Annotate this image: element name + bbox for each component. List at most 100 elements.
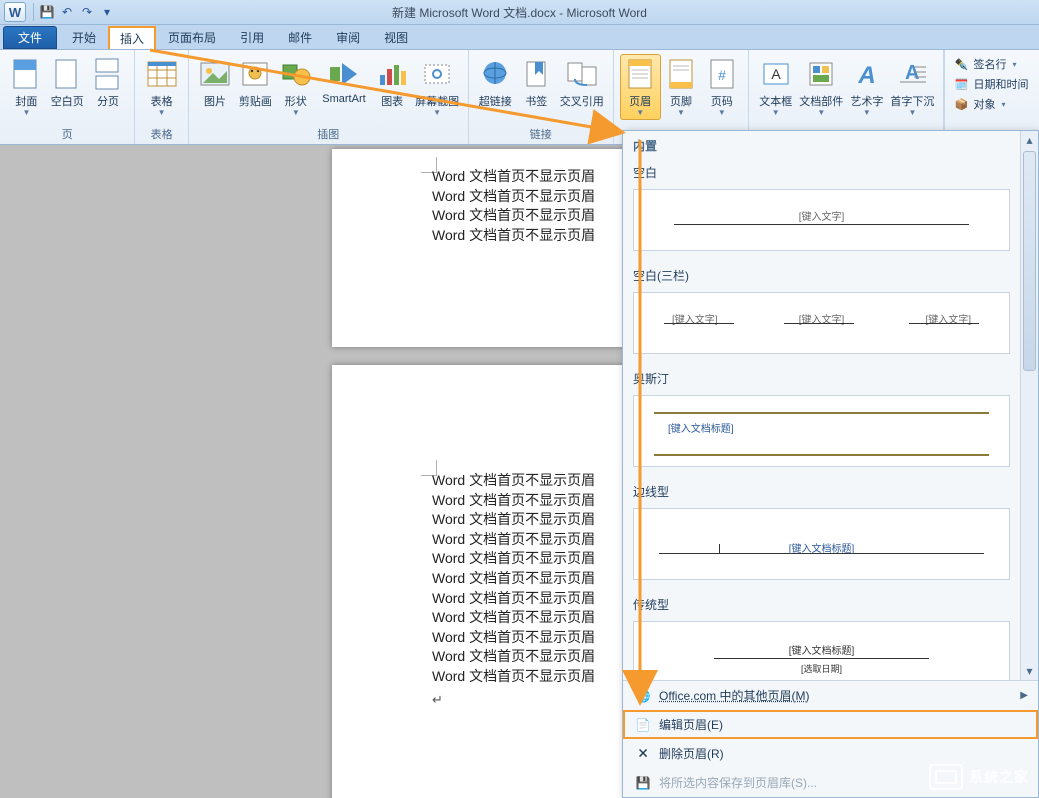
quickparts-button[interactable]: 文档部件 ▼ (796, 54, 846, 120)
gallery-item-title: 空白(三栏) (623, 261, 1020, 288)
gallery-scrollbar[interactable]: ▴ ▾ (1020, 131, 1038, 680)
tab-references[interactable]: 引用 (228, 26, 276, 49)
tab-home[interactable]: 开始 (60, 26, 108, 49)
undo-icon[interactable]: ↶ (58, 3, 76, 21)
page-break-button[interactable]: 分页 (88, 54, 129, 112)
tab-pagelayout[interactable]: 页面布局 (156, 26, 228, 49)
table-button[interactable]: 表格 ▼ (141, 54, 181, 120)
placeholder-text: [键入文档标题] (789, 540, 855, 555)
button-label: 文本框 (759, 93, 792, 109)
gallery-item-austin[interactable]: [键入文档标题] (633, 395, 1010, 467)
datetime-button[interactable]: 🗓️ 日期和时间 (953, 76, 1031, 92)
gallery-item-sideline[interactable]: [键入文档标题] (633, 508, 1010, 580)
placeholder-subtext: [选取日期] (714, 662, 929, 675)
scroll-up-icon[interactable]: ▴ (1021, 131, 1038, 149)
group-tables: 表格 ▼ 表格 (135, 50, 188, 144)
menu-item-label: 编辑页眉(E) (659, 716, 723, 733)
watermark-text: 系统之家 (969, 767, 1029, 787)
bookmark-icon (519, 57, 553, 91)
chevron-down-icon: ▼ (433, 109, 441, 117)
app-menu-button[interactable]: W (4, 2, 26, 22)
edit-header[interactable]: 📄 编辑页眉(E) (623, 710, 1038, 739)
gallery-item-title: 空白 (623, 158, 1020, 185)
tab-mailings[interactable]: 邮件 (276, 26, 324, 49)
screenshot-button[interactable]: 屏幕截图 ▼ (412, 54, 461, 120)
button-label: 日期和时间 (973, 76, 1028, 92)
hyperlink-button[interactable]: 超链接 (475, 54, 516, 112)
clipart-icon (238, 57, 272, 91)
clipart-button[interactable]: 剪贴画 (235, 54, 275, 112)
page-content[interactable]: Word 文档首页不显示页眉Word 文档首页不显示页眉Word 文档首页不显示… (432, 471, 595, 709)
menu-item-label: Office.com 中的其他页眉(M) (659, 687, 809, 704)
screenshot-icon (420, 57, 454, 91)
scroll-down-icon[interactable]: ▾ (1021, 662, 1038, 680)
tab-review[interactable]: 审阅 (324, 26, 372, 49)
placeholder-text: [键入文档标题] (714, 642, 929, 657)
menu-item-label: 删除页眉(R) (659, 745, 724, 762)
footer-icon (664, 57, 698, 91)
title-bar: W 💾 ↶ ↷ ▾ 新建 Microsoft Word 文档.docx - Mi… (0, 0, 1039, 25)
signature-button[interactable]: ✒️ 签名行▾ (953, 56, 1031, 72)
tab-label: 插入 (120, 30, 144, 47)
dropcap-icon: A (895, 57, 929, 91)
cover-page-icon (9, 57, 43, 91)
button-label: 封面 (15, 93, 37, 109)
quickparts-icon (804, 57, 838, 91)
pagenumber-button[interactable]: # 页码 ▼ (701, 54, 742, 120)
pagenumber-icon: # (705, 57, 739, 91)
button-label: 文档部件 (799, 93, 843, 109)
page-content[interactable]: Word 文档首页不显示页眉Word 文档首页不显示页眉Word 文档首页不显示… (432, 167, 595, 245)
cover-page-button[interactable]: 封面 ▼ (6, 54, 47, 120)
smartart-icon (327, 57, 361, 91)
more-headers-office[interactable]: 🌐 Office.com 中的其他页眉(M) ▶ (623, 681, 1038, 710)
object-button[interactable]: 📦 对象▾ (953, 96, 1031, 112)
group-label: 页 (0, 124, 134, 144)
button-label: 对象 (973, 96, 995, 112)
dropcap-button[interactable]: A 首字下沉 ▼ (887, 54, 937, 120)
save-gallery-icon: 💾 (635, 775, 651, 791)
header-gallery: 内置 空白 [键入文字] 空白(三栏) [键入文字] [键入文字] [键入文字]… (622, 130, 1039, 798)
wordart-button[interactable]: A 艺术字 ▼ (846, 54, 887, 120)
tab-label: 开始 (72, 29, 96, 46)
tab-file-label: 文件 (18, 29, 42, 46)
gallery-item-traditional[interactable]: [键入文档标题] [选取日期] (633, 621, 1010, 680)
footer-button[interactable]: 页脚 ▼ (661, 54, 702, 120)
smartart-button[interactable]: SmartArt (316, 54, 372, 108)
gallery-item-title: 奥斯汀 (623, 364, 1020, 391)
crossref-button[interactable]: 交叉引用 (557, 54, 607, 112)
svg-text:A: A (905, 62, 919, 84)
header-button[interactable]: 页眉 ▼ (620, 54, 661, 120)
qat-customize-icon[interactable]: ▾ (98, 3, 116, 21)
gallery-item-title: 边线型 (623, 477, 1020, 504)
save-icon[interactable]: 💾 (38, 3, 56, 21)
tab-file[interactable]: 文件 (3, 26, 57, 49)
redo-icon[interactable]: ↷ (78, 3, 96, 21)
chevron-down-icon: ▼ (22, 109, 30, 117)
button-label: 分页 (97, 93, 119, 109)
ribbon-tabs: 文件 开始 插入 页面布局 引用 邮件 审阅 视图 (0, 25, 1039, 50)
group-pages: 封面 ▼ 空白页 分页 页 (0, 50, 135, 144)
gallery-item-blank[interactable]: [键入文字] (633, 189, 1010, 251)
picture-button[interactable]: 图片 (195, 54, 235, 112)
blank-page-button[interactable]: 空白页 (47, 54, 88, 112)
table-icon (145, 57, 179, 91)
scrollbar-thumb[interactable] (1023, 151, 1036, 371)
austin-preview: [键入文档标题] (654, 412, 989, 456)
office-icon: 🌐 (635, 688, 651, 704)
tab-insert[interactable]: 插入 (108, 26, 156, 49)
menu-item-label: 将所选内容保存到页眉库(S)... (659, 774, 817, 791)
chevron-down-icon: ▼ (158, 109, 166, 117)
tab-label: 页面布局 (168, 29, 216, 46)
textbox-button[interactable]: A 文本框 ▼ (755, 54, 796, 120)
chart-button[interactable]: 图表 (372, 54, 412, 112)
tab-view[interactable]: 视图 (372, 26, 420, 49)
picture-icon (198, 57, 232, 91)
gallery-item-blank-three[interactable]: [键入文字] [键入文字] [键入文字] (633, 292, 1010, 354)
placeholder-text: [键入文字] (799, 208, 845, 223)
bookmark-button[interactable]: 书签 (516, 54, 557, 112)
svg-text:A: A (771, 66, 781, 82)
button-label: 图片 (204, 93, 226, 109)
shapes-button[interactable]: 形状 ▼ (276, 54, 316, 120)
hyperlink-icon (478, 57, 512, 91)
crossref-icon (565, 57, 599, 91)
